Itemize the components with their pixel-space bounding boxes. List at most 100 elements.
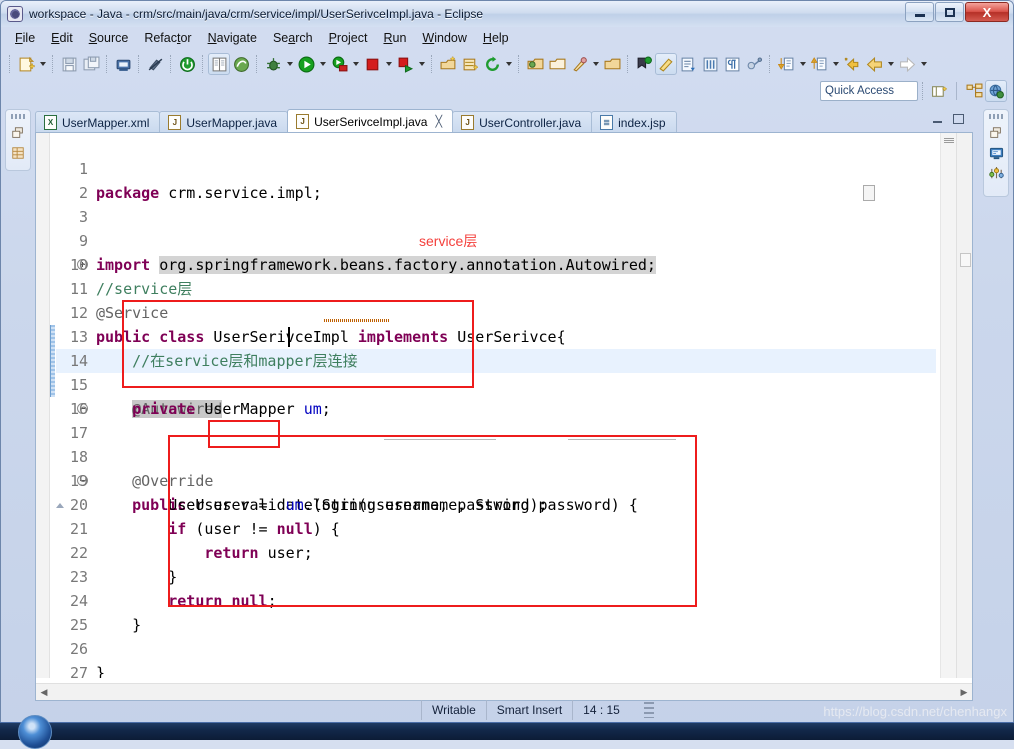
outline-icon[interactable] [987, 163, 1005, 183]
xml-file-icon: X [44, 115, 57, 130]
close-button[interactable]: X [965, 2, 1009, 22]
editor-vertical-scrollbar[interactable] [956, 133, 972, 678]
terminate-icon[interactable] [176, 53, 198, 75]
previous-annotation-icon[interactable] [808, 53, 830, 75]
status-drag-handle[interactable] [644, 702, 654, 718]
tab-label: UserSerivceImpl.java [314, 115, 427, 129]
link-with-editor-icon[interactable] [743, 53, 765, 75]
menu-window[interactable]: Window [414, 29, 474, 47]
editor-tab-usercontroller-java[interactable]: J UserController.java [452, 111, 592, 133]
search-dropdown-arrow[interactable] [590, 53, 601, 75]
debug-icon[interactable] [262, 53, 284, 75]
last-edit-back-icon[interactable] [841, 53, 863, 75]
show-whitespace-icon[interactable] [699, 53, 721, 75]
run-last-dropdown-arrow[interactable] [416, 53, 427, 75]
code-line: 11 @Service [36, 253, 126, 277]
new-java-package-icon[interactable] [437, 53, 459, 75]
title-bar: workspace - Java - crm/src/main/java/crm… [1, 1, 1013, 27]
save-icon[interactable] [58, 53, 80, 75]
menu-file[interactable]: File [7, 29, 43, 47]
next-annotation-icon[interactable] [775, 53, 797, 75]
editor-horizontal-scrollbar[interactable]: ◀ ▶ [36, 683, 972, 700]
menu-run[interactable]: Run [375, 29, 414, 47]
close-icon[interactable]: ╳ [435, 115, 442, 128]
new-wizard-dropdown-arrow[interactable] [37, 53, 48, 75]
run-dropdown-arrow[interactable] [317, 53, 328, 75]
scroll-right-icon[interactable]: ▶ [956, 687, 972, 698]
forward-dropdown-arrow[interactable] [918, 53, 929, 75]
toolbar-separator [769, 55, 771, 73]
folded-imports-indicator[interactable] [863, 185, 875, 201]
code-line: 20 if (user != null) { [36, 469, 126, 493]
print-icon[interactable] [112, 53, 134, 75]
new-perspective-icon[interactable] [928, 80, 950, 102]
refresh-icon[interactable] [481, 53, 503, 75]
window-controls: X [904, 2, 1009, 22]
console-icon[interactable] [987, 143, 1005, 163]
toolbar-separator [52, 55, 54, 73]
start-button[interactable] [18, 715, 52, 749]
rail-drag-handle[interactable] [989, 114, 1003, 119]
minimize-button[interactable] [905, 2, 934, 22]
spring-icon[interactable] [230, 53, 252, 75]
rail-drag-handle[interactable] [11, 114, 25, 119]
toggle-mark-occurrences-icon[interactable] [144, 53, 166, 75]
new-java-class-icon[interactable] [459, 53, 481, 75]
menu-source[interactable]: Source [81, 29, 137, 47]
maximize-button[interactable] [935, 2, 964, 22]
code-editor[interactable]: 1 package crm.service.impl; 2 3 import o… [35, 132, 973, 701]
menu-refactor[interactable]: Refactor [136, 29, 199, 47]
parameter-occurrence-underline [384, 439, 496, 440]
run-last-tool-icon[interactable] [394, 53, 416, 75]
overview-ruler[interactable] [940, 133, 956, 678]
quick-access-input[interactable]: Quick Access [820, 81, 918, 101]
menu-edit[interactable]: Edit [43, 29, 81, 47]
menu-search[interactable]: Search [265, 29, 321, 47]
java-perspective-icon[interactable] [963, 80, 985, 102]
refresh-dropdown-arrow[interactable] [503, 53, 514, 75]
open-resource-icon[interactable] [546, 53, 568, 75]
code-line: 27 [36, 637, 126, 661]
run-server-icon[interactable] [328, 53, 350, 75]
open-folder-icon[interactable] [601, 53, 623, 75]
debug-dropdown-arrow[interactable] [284, 53, 295, 75]
next-annotation-dropdown-arrow[interactable] [797, 53, 808, 75]
open-task-icon[interactable] [208, 53, 230, 75]
save-all-icon[interactable] [80, 53, 102, 75]
open-type-icon[interactable] [524, 53, 546, 75]
run-server-dropdown-arrow[interactable] [350, 53, 361, 75]
java-ee-perspective-icon[interactable] [985, 80, 1007, 102]
menu-help[interactable]: Help [475, 29, 517, 47]
restore-icon[interactable] [9, 123, 27, 143]
new-wizard-icon[interactable] [15, 53, 37, 75]
editor-tab-userserivceimpl-java[interactable]: J UserSerivceImpl.java ╳ [287, 109, 453, 133]
toggle-block-selection-icon[interactable] [655, 53, 677, 75]
minimize-editor-icon[interactable] [931, 113, 945, 125]
code-line: 16 [36, 373, 126, 397]
scrollbar-thumb[interactable] [960, 253, 971, 267]
maximize-editor-icon[interactable] [951, 113, 965, 125]
restore-icon[interactable] [987, 123, 1005, 143]
scroll-left-icon[interactable]: ◀ [36, 687, 52, 698]
back-icon[interactable] [863, 53, 885, 75]
previous-annotation-dropdown-arrow[interactable] [830, 53, 841, 75]
stop-dropdown-arrow[interactable] [383, 53, 394, 75]
run-icon[interactable] [295, 53, 317, 75]
toolbar-separator [431, 55, 433, 73]
toolbar-separator [170, 55, 172, 73]
stop-icon[interactable] [361, 53, 383, 75]
code-text-area[interactable]: 1 package crm.service.impl; 2 3 import o… [36, 133, 936, 678]
next-edit-icon[interactable] [677, 53, 699, 75]
paragraph-mark-icon[interactable] [721, 53, 743, 75]
menu-project[interactable]: Project [321, 29, 376, 47]
editor-tab-usermapper-java[interactable]: J UserMapper.java [159, 111, 288, 133]
toolbar-separator [106, 55, 108, 73]
last-edit-location-icon[interactable] [633, 53, 655, 75]
package-explorer-icon[interactable] [9, 143, 27, 163]
editor-tab-index-jsp[interactable]: ≣ index.jsp [591, 111, 676, 133]
search-icon[interactable] [568, 53, 590, 75]
forward-icon[interactable] [896, 53, 918, 75]
editor-tab-usermapper-xml[interactable]: X UserMapper.xml [35, 111, 160, 133]
menu-navigate[interactable]: Navigate [200, 29, 265, 47]
back-dropdown-arrow[interactable] [885, 53, 896, 75]
